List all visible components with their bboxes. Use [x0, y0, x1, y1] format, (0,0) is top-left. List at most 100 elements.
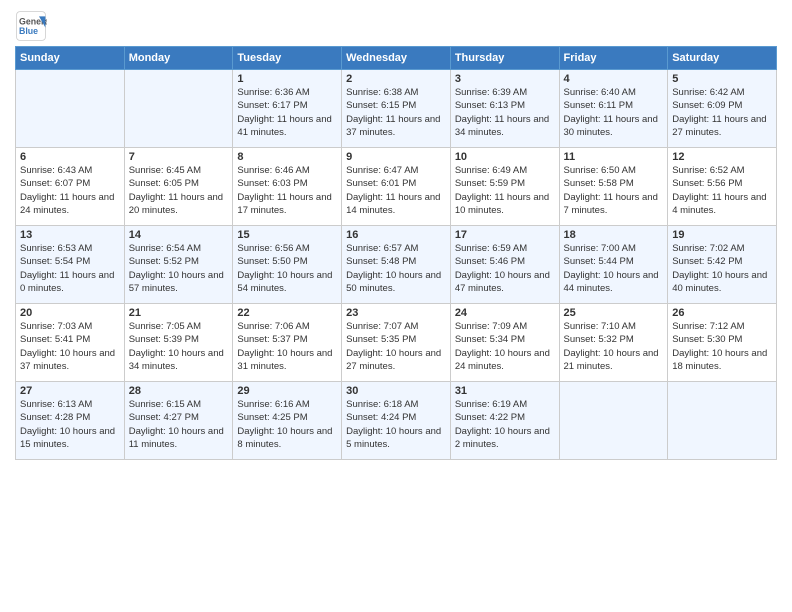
day-number: 31	[455, 385, 555, 397]
day-info: Sunrise: 6:54 AM Sunset: 5:52 PM Dayligh…	[129, 242, 229, 295]
day-info: Sunrise: 6:46 AM Sunset: 6:03 PM Dayligh…	[237, 164, 337, 217]
day-number: 15	[237, 229, 337, 241]
day-info: Sunrise: 6:40 AM Sunset: 6:11 PM Dayligh…	[564, 86, 664, 139]
day-number: 14	[129, 229, 229, 241]
day-number: 5	[672, 73, 772, 85]
calendar-cell: 2Sunrise: 6:38 AM Sunset: 6:15 PM Daylig…	[342, 70, 451, 148]
calendar-cell: 16Sunrise: 6:57 AM Sunset: 5:48 PM Dayli…	[342, 226, 451, 304]
calendar-week-1: 1Sunrise: 6:36 AM Sunset: 6:17 PM Daylig…	[16, 70, 777, 148]
page-container: General Blue SundayMondayTuesdayWednesda…	[0, 0, 792, 465]
calendar-cell: 8Sunrise: 6:46 AM Sunset: 6:03 PM Daylig…	[233, 148, 342, 226]
calendar-cell: 15Sunrise: 6:56 AM Sunset: 5:50 PM Dayli…	[233, 226, 342, 304]
calendar-cell: 10Sunrise: 6:49 AM Sunset: 5:59 PM Dayli…	[450, 148, 559, 226]
day-number: 28	[129, 385, 229, 397]
day-info: Sunrise: 7:06 AM Sunset: 5:37 PM Dayligh…	[237, 320, 337, 373]
col-header-friday: Friday	[559, 47, 668, 70]
col-header-wednesday: Wednesday	[342, 47, 451, 70]
day-number: 22	[237, 307, 337, 319]
day-number: 2	[346, 73, 446, 85]
calendar-cell: 5Sunrise: 6:42 AM Sunset: 6:09 PM Daylig…	[668, 70, 777, 148]
day-info: Sunrise: 7:07 AM Sunset: 5:35 PM Dayligh…	[346, 320, 446, 373]
calendar-cell: 21Sunrise: 7:05 AM Sunset: 5:39 PM Dayli…	[124, 304, 233, 382]
calendar-cell: 20Sunrise: 7:03 AM Sunset: 5:41 PM Dayli…	[16, 304, 125, 382]
day-number: 20	[20, 307, 120, 319]
day-info: Sunrise: 6:47 AM Sunset: 6:01 PM Dayligh…	[346, 164, 446, 217]
day-number: 1	[237, 73, 337, 85]
day-info: Sunrise: 7:03 AM Sunset: 5:41 PM Dayligh…	[20, 320, 120, 373]
day-number: 25	[564, 307, 664, 319]
day-info: Sunrise: 7:02 AM Sunset: 5:42 PM Dayligh…	[672, 242, 772, 295]
calendar-cell: 18Sunrise: 7:00 AM Sunset: 5:44 PM Dayli…	[559, 226, 668, 304]
day-number: 13	[20, 229, 120, 241]
calendar-cell: 26Sunrise: 7:12 AM Sunset: 5:30 PM Dayli…	[668, 304, 777, 382]
day-info: Sunrise: 7:00 AM Sunset: 5:44 PM Dayligh…	[564, 242, 664, 295]
day-number: 16	[346, 229, 446, 241]
calendar-week-4: 20Sunrise: 7:03 AM Sunset: 5:41 PM Dayli…	[16, 304, 777, 382]
day-info: Sunrise: 6:52 AM Sunset: 5:56 PM Dayligh…	[672, 164, 772, 217]
calendar-cell: 17Sunrise: 6:59 AM Sunset: 5:46 PM Dayli…	[450, 226, 559, 304]
day-info: Sunrise: 6:39 AM Sunset: 6:13 PM Dayligh…	[455, 86, 555, 139]
calendar-cell: 31Sunrise: 6:19 AM Sunset: 4:22 PM Dayli…	[450, 382, 559, 460]
day-number: 9	[346, 151, 446, 163]
calendar-cell: 13Sunrise: 6:53 AM Sunset: 5:54 PM Dayli…	[16, 226, 125, 304]
day-number: 12	[672, 151, 772, 163]
day-info: Sunrise: 6:49 AM Sunset: 5:59 PM Dayligh…	[455, 164, 555, 217]
day-info: Sunrise: 6:19 AM Sunset: 4:22 PM Dayligh…	[455, 398, 555, 451]
day-info: Sunrise: 6:53 AM Sunset: 5:54 PM Dayligh…	[20, 242, 120, 295]
day-info: Sunrise: 6:57 AM Sunset: 5:48 PM Dayligh…	[346, 242, 446, 295]
calendar-cell	[559, 382, 668, 460]
calendar-week-3: 13Sunrise: 6:53 AM Sunset: 5:54 PM Dayli…	[16, 226, 777, 304]
calendar-cell: 12Sunrise: 6:52 AM Sunset: 5:56 PM Dayli…	[668, 148, 777, 226]
calendar-cell	[16, 70, 125, 148]
calendar-cell: 27Sunrise: 6:13 AM Sunset: 4:28 PM Dayli…	[16, 382, 125, 460]
calendar-cell: 25Sunrise: 7:10 AM Sunset: 5:32 PM Dayli…	[559, 304, 668, 382]
calendar-cell	[124, 70, 233, 148]
day-number: 21	[129, 307, 229, 319]
calendar-cell: 9Sunrise: 6:47 AM Sunset: 6:01 PM Daylig…	[342, 148, 451, 226]
svg-text:Blue: Blue	[19, 26, 38, 36]
col-header-monday: Monday	[124, 47, 233, 70]
calendar-cell: 3Sunrise: 6:39 AM Sunset: 6:13 PM Daylig…	[450, 70, 559, 148]
calendar-cell: 7Sunrise: 6:45 AM Sunset: 6:05 PM Daylig…	[124, 148, 233, 226]
day-number: 8	[237, 151, 337, 163]
day-info: Sunrise: 6:36 AM Sunset: 6:17 PM Dayligh…	[237, 86, 337, 139]
day-number: 7	[129, 151, 229, 163]
calendar-cell: 1Sunrise: 6:36 AM Sunset: 6:17 PM Daylig…	[233, 70, 342, 148]
day-info: Sunrise: 7:12 AM Sunset: 5:30 PM Dayligh…	[672, 320, 772, 373]
day-number: 3	[455, 73, 555, 85]
day-number: 6	[20, 151, 120, 163]
day-number: 23	[346, 307, 446, 319]
day-number: 18	[564, 229, 664, 241]
day-number: 19	[672, 229, 772, 241]
day-number: 29	[237, 385, 337, 397]
day-number: 27	[20, 385, 120, 397]
col-header-saturday: Saturday	[668, 47, 777, 70]
day-info: Sunrise: 6:18 AM Sunset: 4:24 PM Dayligh…	[346, 398, 446, 451]
day-number: 30	[346, 385, 446, 397]
calendar-cell: 22Sunrise: 7:06 AM Sunset: 5:37 PM Dayli…	[233, 304, 342, 382]
calendar-week-5: 27Sunrise: 6:13 AM Sunset: 4:28 PM Dayli…	[16, 382, 777, 460]
day-number: 10	[455, 151, 555, 163]
day-number: 4	[564, 73, 664, 85]
day-info: Sunrise: 6:38 AM Sunset: 6:15 PM Dayligh…	[346, 86, 446, 139]
calendar-week-2: 6Sunrise: 6:43 AM Sunset: 6:07 PM Daylig…	[16, 148, 777, 226]
day-info: Sunrise: 6:16 AM Sunset: 4:25 PM Dayligh…	[237, 398, 337, 451]
day-info: Sunrise: 6:59 AM Sunset: 5:46 PM Dayligh…	[455, 242, 555, 295]
day-info: Sunrise: 6:42 AM Sunset: 6:09 PM Dayligh…	[672, 86, 772, 139]
day-info: Sunrise: 6:50 AM Sunset: 5:58 PM Dayligh…	[564, 164, 664, 217]
calendar-table: SundayMondayTuesdayWednesdayThursdayFrid…	[15, 46, 777, 460]
day-info: Sunrise: 6:43 AM Sunset: 6:07 PM Dayligh…	[20, 164, 120, 217]
logo: General Blue	[15, 10, 47, 42]
calendar-cell: 24Sunrise: 7:09 AM Sunset: 5:34 PM Dayli…	[450, 304, 559, 382]
logo-icon: General Blue	[15, 10, 47, 42]
day-number: 11	[564, 151, 664, 163]
day-info: Sunrise: 7:10 AM Sunset: 5:32 PM Dayligh…	[564, 320, 664, 373]
col-header-thursday: Thursday	[450, 47, 559, 70]
calendar-cell: 28Sunrise: 6:15 AM Sunset: 4:27 PM Dayli…	[124, 382, 233, 460]
day-number: 26	[672, 307, 772, 319]
header: General Blue	[15, 10, 777, 42]
calendar-cell: 4Sunrise: 6:40 AM Sunset: 6:11 PM Daylig…	[559, 70, 668, 148]
calendar-cell: 14Sunrise: 6:54 AM Sunset: 5:52 PM Dayli…	[124, 226, 233, 304]
calendar-cell	[668, 382, 777, 460]
day-number: 24	[455, 307, 555, 319]
